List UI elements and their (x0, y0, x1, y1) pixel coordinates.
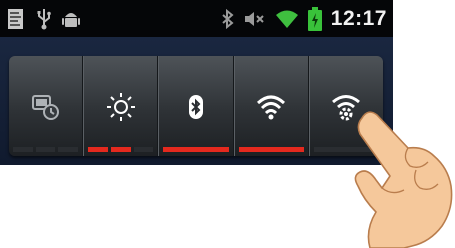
screen-timeout-toggle[interactable] (9, 56, 84, 156)
usb-icon (37, 9, 51, 30)
wifi-toggle[interactable] (233, 56, 309, 156)
toggle-indicator (88, 147, 154, 152)
screen-timeout-icon (31, 95, 59, 120)
power-control-widget (9, 56, 383, 156)
android-debug-icon (62, 13, 80, 27)
wifi-icon (257, 95, 286, 120)
bluetooth-icon (222, 8, 234, 30)
status-time: 12:17 (330, 7, 387, 30)
toggle-indicator (163, 147, 229, 152)
wifi-icon (275, 10, 298, 28)
status-bar: 12:17 (0, 0, 393, 37)
notes-icon (8, 9, 23, 29)
bluetooth-icon (189, 95, 203, 119)
brightness-toggle[interactable] (83, 56, 159, 156)
toggle-indicator (13, 147, 79, 152)
pointing-hand-illustration (354, 111, 453, 248)
bluetooth-toggle[interactable] (158, 56, 234, 156)
volume-muted-icon (244, 12, 264, 26)
toggle-indicator (238, 147, 304, 152)
battery-charging-icon (307, 7, 322, 31)
brightness-icon (106, 93, 135, 121)
